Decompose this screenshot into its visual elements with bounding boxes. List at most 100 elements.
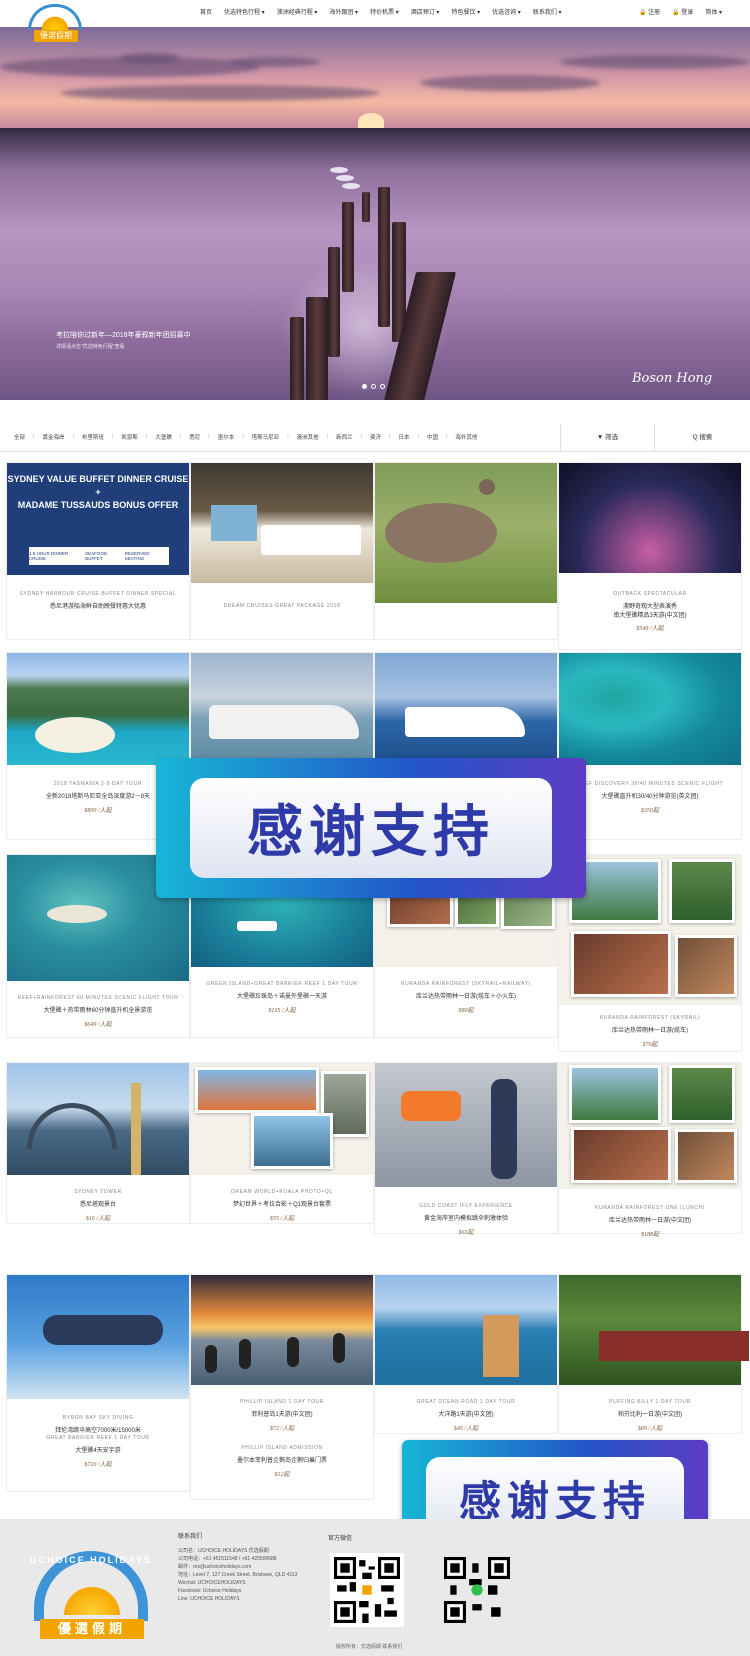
slide-dot[interactable] [362, 384, 367, 389]
category-melbourne[interactable]: 墨尔本 [218, 433, 235, 441]
category-goldcoast[interactable]: 黄金海岸 [42, 433, 64, 441]
category-fiji[interactable]: 斐济 [370, 433, 381, 441]
category-reef[interactable]: 大堡礁 [155, 433, 172, 441]
product-title[interactable]: 库兰达热带雨林一日游(中文团) [559, 1215, 741, 1224]
product-card[interactable]: DREAM WORLD+KOALA PHOTO+Q1 梦幻世界＋考拉合影＋Q1观… [190, 1062, 374, 1224]
photo [675, 935, 737, 997]
cloud [60, 85, 380, 101]
beach [35, 717, 115, 753]
nav-item-australia[interactable]: 澳洲经典行程 ▾ [277, 7, 318, 16]
category-tasmania[interactable]: 塔斯马尼亚 [252, 433, 280, 441]
product-title[interactable]: 澳野奇观大型表演秀 [559, 601, 741, 610]
product-subtitle: GOLD COAST IFLY EXPERIENCE [419, 1203, 513, 1209]
product-title[interactable]: 梦幻世界＋考拉合影＋Q1观景台套票 [191, 1199, 373, 1208]
contact-line[interactable]: 邮件：res@uchoiceholidays.com [178, 1563, 297, 1571]
category-cairns[interactable]: 凯恩斯 [121, 433, 138, 441]
product-title[interactable]: 帕芬比利一日游(中文团) [559, 1409, 741, 1418]
product-card[interactable]: GOLD COAST IFLY EXPERIENCE 黄金海岸室内模拟跳伞刺激体… [374, 1062, 558, 1236]
product-price: $188起 [640, 1232, 659, 1238]
product-card[interactable]: GREAT OCEAN ROAD 1 DAY TOUR 大洋路1天游(中文团) … [374, 1274, 558, 1434]
photographer-signature: Boson Hong [632, 371, 713, 386]
product-title[interactable]: 黄金海岸室内模拟跳伞刺激体验 [375, 1213, 557, 1222]
product-subtitle: SYDNEY HARBOUR CRUISE BUFFET DINNER SPEC… [19, 591, 177, 597]
contact-line: Line: UCHOICE HOLIDAYS [178, 1596, 240, 1602]
product-title[interactable]: 拜伦湾跳伞高空7000米/15000米 [7, 1425, 189, 1434]
nav-item-flights[interactable]: 特价机票 ▾ [370, 7, 399, 16]
product-title[interactable]: 大堡礁直升机30/40分钟游览(英文团) [559, 791, 741, 800]
login-link[interactable]: 🔒 登录 [672, 7, 693, 16]
product-subtitle-2: GREAT BARRIER REEF 1 DAY TOUR [46, 1435, 150, 1441]
badge: 1.5 HOUR DINNER CRUISE [29, 551, 69, 561]
product-title-2[interactable]: 大堡礁4天安宇游 [7, 1445, 189, 1454]
nav-item-dining[interactable]: 特色餐饮 ▾ [451, 7, 480, 16]
penguin [287, 1337, 299, 1367]
skydivers [43, 1315, 163, 1345]
product-title-line2[interactable]: 南大堡礁精品3天游(中文团) [559, 610, 741, 619]
product-card[interactable]: KURANDA RAINFOREST ONE (LUNCH) 库兰达热带雨林一日… [558, 1062, 742, 1238]
product-card[interactable] [190, 652, 374, 763]
product-title-2[interactable]: 墨尔本菲利普企鹅岛企鹅归巢门票 [191, 1455, 373, 1464]
category-china[interactable]: 中国 [427, 433, 438, 441]
product-card[interactable] [374, 652, 558, 763]
register-link[interactable]: 🔒 注册 [639, 7, 660, 16]
contact-heading: 联系我们 [178, 1534, 203, 1540]
nav-item-contact[interactable]: 联系我们 ▾ [533, 7, 562, 16]
filter-button[interactable]: ▼ 筛选 [560, 424, 654, 452]
category-overseas-other[interactable]: 海外其他 [455, 433, 477, 441]
hero-subcaption: 详情请点击"优选特色行程"查看 [56, 344, 125, 350]
pier-post [290, 317, 304, 400]
pier-post [306, 297, 328, 400]
footer-logo[interactable]: UCHOICE HOLIDAYS 優選假期 [26, 1545, 156, 1643]
product-price: $649 /人起 [84, 1022, 112, 1028]
product-card[interactable]: SYDNEY VALUE BUFFET DINNER CRUISE + MADA… [6, 462, 190, 640]
product-title[interactable]: 大堡礁＋热带雨林60分钟直升机全景游览 [7, 1005, 189, 1014]
contact-line: Wechat: UCHOICEHOLIDAYS [178, 1580, 246, 1586]
category-japan[interactable]: 日本 [398, 433, 409, 441]
product-title[interactable]: 库兰达热带雨林一日游(缆车＋小火车) [375, 991, 557, 1000]
product-card[interactable]: PHILLIP ISLAND 1 DAY TOUR 菲利普岛1天游(中文团) $… [190, 1274, 374, 1500]
product-card[interactable]: OUTBACK SPECTACULAR 澳野奇观大型表演秀 南大堡礁精品3天游(… [558, 462, 742, 650]
product-card[interactable]: BYRON BAY SKY DIVING 拜伦湾跳伞高空7000米/15000米… [6, 1274, 190, 1492]
category-brisbane[interactable]: 布里斯班 [82, 433, 104, 441]
nav-item-overseas[interactable]: 海外跟团 ▾ [329, 7, 358, 16]
nav-item-consult[interactable]: 优选咨询 ▾ [492, 7, 521, 16]
product-subtitle: DREAM WORLD+KOALA PHOTO+Q1 [231, 1189, 333, 1195]
product-card[interactable] [374, 462, 558, 640]
product-image [559, 1063, 741, 1189]
product-subtitle: DREAM CRUISES GREAT PACKAGE 2018 [223, 603, 341, 609]
sydney-tower [131, 1083, 141, 1175]
product-title[interactable]: 菲利普岛1天游(中文团) [191, 1409, 373, 1418]
product-title[interactable]: 悉尼塔观景台 [7, 1199, 189, 1208]
category-all[interactable]: 全部 [14, 433, 25, 441]
slide-dot[interactable] [380, 384, 385, 389]
contact-line[interactable]: Facebook: Uchoice Holidays [178, 1587, 297, 1595]
product-title[interactable]: 大堡礁珍珠岛＋诺曼外堡礁一天游 [191, 991, 373, 1000]
product-image [559, 463, 741, 573]
site-footer: UCHOICE HOLIDAYS 優選假期 联系我们 公司名：UCHOICE H… [0, 1519, 750, 1656]
site-logo[interactable]: 優選假期 [24, 2, 88, 44]
contact-info: 联系我们 公司名：UCHOICE HOLIDAYS 优选假期 公司电话：+61 … [178, 1533, 297, 1603]
nav-item-featured[interactable]: 优选特色行程 ▾ [224, 7, 265, 16]
search-button[interactable]: Q 搜索 [654, 424, 750, 452]
nav-item-home[interactable]: 首页 [200, 7, 212, 16]
slide-dot[interactable] [371, 384, 376, 389]
divider: | [417, 433, 419, 439]
category-au-other[interactable]: 澳洲其他 [297, 433, 319, 441]
product-title[interactable]: 大洋路1天游(中文团) [375, 1409, 557, 1418]
product-image [7, 1275, 189, 1399]
category-nz[interactable]: 新西兰 [336, 433, 353, 441]
hero-banner[interactable]: 考拉陪你过新年—2018年豪叙新年团招募中 详情请点击"优选特色行程"查看 Bo… [0, 27, 750, 400]
product-title[interactable]: 悉尼港游船海鲜自助晚餐特惠大优惠 [7, 601, 189, 610]
product-image [375, 1063, 557, 1187]
language-select[interactable]: 简体 ▾ [705, 7, 722, 16]
product-image [191, 1063, 373, 1175]
product-card[interactable]: DREAM CRUISES GREAT PACKAGE 2018 [190, 462, 374, 640]
product-image: SYDNEY VALUE BUFFET DINNER CRUISE + MADA… [7, 463, 189, 575]
category-sydney[interactable]: 悉尼 [189, 433, 200, 441]
nav-item-hotels[interactable]: 酒店预订 ▾ [411, 7, 440, 16]
product-card[interactable]: SYDNEY TOWER 悉尼塔观景台 $16 /人起 [6, 1062, 190, 1224]
wechat-heading: 官方微信 [328, 1536, 353, 1542]
contact-line: 公司名：UCHOICE HOLIDAYS 优选假期 [178, 1548, 269, 1554]
product-title[interactable]: 库兰达热带雨林一日游(缆车) [559, 1025, 741, 1034]
product-card[interactable]: PUFFING BILLY 1 DAY TOUR 帕芬比利一日游(中文团) $6… [558, 1274, 749, 1434]
